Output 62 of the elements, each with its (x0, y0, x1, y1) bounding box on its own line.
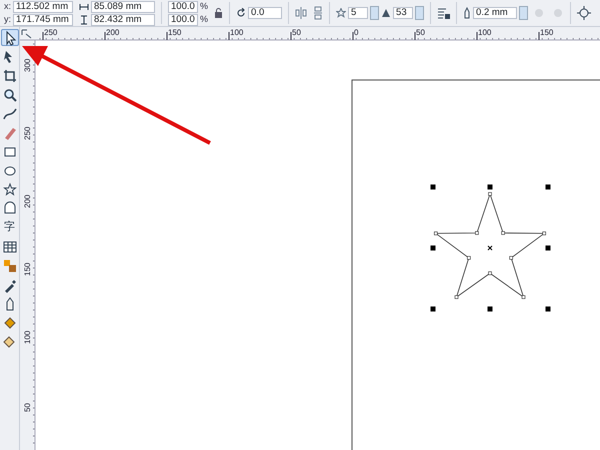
center-mark (488, 246, 492, 250)
selection-handle[interactable] (546, 184, 550, 190)
lock-icon (214, 8, 224, 18)
y-position-field[interactable]: 171.745 mm (13, 14, 74, 26)
ruler-label: 50 (292, 28, 301, 37)
mirror-icon (295, 6, 308, 20)
tool-button[interactable] (0, 181, 18, 198)
selection-handle[interactable] (430, 246, 436, 250)
percent-sign: % (200, 0, 208, 13)
ruler-label: 50 (23, 403, 32, 412)
selection-handle[interactable] (546, 246, 550, 250)
selection-handle[interactable] (546, 306, 550, 312)
ruler-label: 50 (416, 28, 425, 37)
width-icon (79, 2, 90, 10)
sharpness-icon (381, 8, 392, 18)
selection-handle[interactable] (430, 184, 436, 190)
blend-tool-icon (2, 258, 18, 274)
ruler-label: 100 (23, 330, 32, 344)
fill-tool-icon (2, 314, 18, 330)
x-position-field[interactable]: 112.502 mm (13, 0, 74, 12)
ruler-label: 250 (44, 28, 58, 37)
ruler-label: 200 (23, 194, 32, 208)
selection-handle[interactable] (488, 306, 492, 312)
outline-width-field[interactable]: 0.2 mm (473, 7, 518, 19)
basicshape-tool-icon (2, 200, 18, 216)
width-field[interactable]: 85.089 mm (91, 0, 156, 12)
table-tool-icon (2, 238, 18, 254)
selection-handle[interactable] (488, 184, 492, 190)
ruler-label: 150 (540, 28, 554, 37)
wrap-icon (437, 6, 450, 20)
ruler-origin-icon (22, 30, 32, 38)
percent-sign: % (200, 12, 208, 26)
ruler-label: 250 (23, 126, 32, 140)
ruler-label: 0 (354, 28, 358, 37)
vertical-scale-field[interactable]: 100.0 (168, 14, 198, 26)
selection-handle[interactable] (430, 306, 436, 312)
ruler-label: 200 (106, 28, 120, 37)
sharpness-field[interactable]: 53 (393, 7, 414, 19)
field-label: y: (4, 12, 12, 26)
zoom-tool-icon (2, 86, 18, 102)
pen-icon (463, 7, 472, 19)
ruler-label: 300 (23, 58, 32, 72)
tool-button[interactable]: 字 (0, 219, 18, 236)
ruler-label: 150 (23, 262, 32, 276)
mirror-icon (313, 6, 324, 20)
star-icon (336, 8, 346, 18)
disabled-tool-icon (552, 7, 564, 19)
tool-button[interactable] (0, 29, 18, 46)
rotate-icon (236, 8, 246, 18)
ruler-label: 150 (168, 28, 182, 37)
ruler-label: 100 (478, 28, 492, 37)
horizontal-scale-field[interactable]: 100.0 (168, 0, 198, 12)
interactivefill-tool-icon (2, 334, 18, 350)
polygon-tool-icon (2, 182, 18, 198)
star-points-field[interactable]: 5 (348, 7, 368, 19)
text-tool-glyph: 字 (4, 220, 15, 236)
crop-tool-icon (2, 68, 18, 84)
field-label: x: (4, 0, 12, 13)
rotation-field[interactable]: 0.0 (248, 7, 282, 19)
height-field[interactable]: 82.432 mm (91, 14, 156, 26)
ruler-label: 100 (230, 28, 244, 37)
height-icon (79, 14, 90, 24)
